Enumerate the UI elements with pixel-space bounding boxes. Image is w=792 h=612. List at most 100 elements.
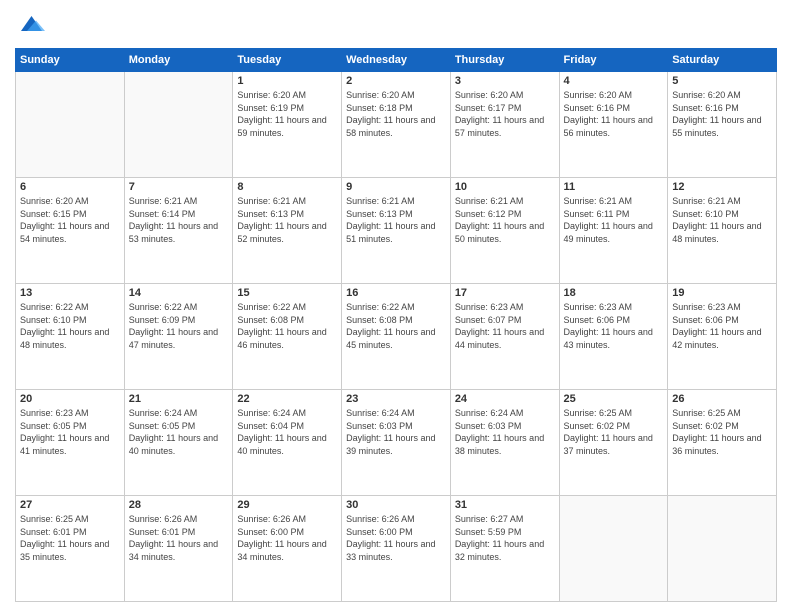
day-info: Sunrise: 6:24 AM Sunset: 6:04 PM Dayligh… [237,407,337,457]
day-info: Sunrise: 6:21 AM Sunset: 6:13 PM Dayligh… [237,195,337,245]
day-info: Sunrise: 6:25 AM Sunset: 6:02 PM Dayligh… [672,407,772,457]
day-header-tuesday: Tuesday [233,49,342,72]
day-number: 10 [455,181,555,193]
calendar-cell [559,496,668,602]
calendar-cell: 21Sunrise: 6:24 AM Sunset: 6:05 PM Dayli… [124,390,233,496]
day-info: Sunrise: 6:24 AM Sunset: 6:03 PM Dayligh… [455,407,555,457]
day-info: Sunrise: 6:20 AM Sunset: 6:16 PM Dayligh… [672,89,772,139]
calendar-body: 1Sunrise: 6:20 AM Sunset: 6:19 PM Daylig… [16,72,777,602]
day-header-wednesday: Wednesday [342,49,451,72]
day-info: Sunrise: 6:21 AM Sunset: 6:11 PM Dayligh… [564,195,664,245]
calendar-cell: 14 Sunrise: 6:22 AM Sunset: 6:09 PM Dayli… [124,284,233,390]
day-number: 9 [346,181,446,193]
week-row-2: 13Sunrise: 6:22 AM Sunset: 6:10 PM Dayli… [16,284,777,390]
day-info: Sunrise: 6:26 AM Sunset: 6:01 PM Dayligh… [129,513,229,563]
day-info: Sunrise: 6:20 AM Sunset: 6:16 PM Dayligh… [564,89,664,139]
day-info: Sunrise: 6:23 AM Sunset: 6:06 PM Dayligh… [564,301,664,351]
logo-icon [15,10,45,40]
calendar-cell: 24Sunrise: 6:24 AM Sunset: 6:03 PM Dayli… [450,390,559,496]
day-info: Sunrise: 6:22 AM Sunset: 6:08 PM Dayligh… [237,301,337,351]
calendar-cell: 3Sunrise: 6:20 AM Sunset: 6:17 PM Daylig… [450,72,559,178]
calendar-header-row: SundayMondayTuesdayWednesdayThursdayFrid… [16,49,777,72]
day-info: Sunrise: 6:22 AM Sunset: 6:09 PM Dayligh… [129,301,229,351]
day-info: Sunrise: 6:20 AM Sunset: 6:18 PM Dayligh… [346,89,446,139]
day-info: Sunrise: 6:21 AM Sunset: 6:13 PM Dayligh… [346,195,446,245]
calendar-cell: 8Sunrise: 6:21 AM Sunset: 6:13 PM Daylig… [233,178,342,284]
day-info: Sunrise: 6:27 AM Sunset: 5:59 PM Dayligh… [455,513,555,563]
day-info: Sunrise: 6:24 AM Sunset: 6:03 PM Dayligh… [346,407,446,457]
calendar-cell [124,72,233,178]
day-number: 22 [237,393,337,405]
calendar-cell: 20 Sunrise: 6:23 AM Sunset: 6:05 PM Dayli… [16,390,125,496]
calendar-cell: 19Sunrise: 6:23 AM Sunset: 6:06 PM Dayli… [668,284,777,390]
calendar-cell: 18Sunrise: 6:23 AM Sunset: 6:06 PM Dayli… [559,284,668,390]
day-info: Sunrise: 6:21 AM Sunset: 6:12 PM Dayligh… [455,195,555,245]
day-number: 27 [20,499,120,511]
calendar-cell: 30 Sunrise: 6:26 AM Sunset: 6:00 PM Dayli… [342,496,451,602]
day-number: 28 [129,499,229,511]
calendar-cell [668,496,777,602]
calendar-cell: 2 Sunrise: 6:20 AM Sunset: 6:18 PM Daylig… [342,72,451,178]
day-number: 2 [346,75,446,87]
week-row-4: 27 Sunrise: 6:25 AM Sunset: 6:01 PM Dayli… [16,496,777,602]
day-number: 14 [129,287,229,299]
day-header-friday: Friday [559,49,668,72]
day-info: Sunrise: 6:25 AM Sunset: 6:01 PM Dayligh… [20,513,120,563]
calendar-cell: 23Sunrise: 6:24 AM Sunset: 6:03 PM Dayli… [342,390,451,496]
calendar-cell: 11 Sunrise: 6:21 AM Sunset: 6:11 PM Dayli… [559,178,668,284]
day-number: 26 [672,393,772,405]
day-info: Sunrise: 6:21 AM Sunset: 6:14 PM Dayligh… [129,195,229,245]
week-row-3: 20 Sunrise: 6:23 AM Sunset: 6:05 PM Dayli… [16,390,777,496]
day-info: Sunrise: 6:23 AM Sunset: 6:07 PM Dayligh… [455,301,555,351]
day-number: 3 [455,75,555,87]
day-number: 30 [346,499,446,511]
day-header-thursday: Thursday [450,49,559,72]
day-info: Sunrise: 6:22 AM Sunset: 6:08 PM Dayligh… [346,301,446,351]
calendar: SundayMondayTuesdayWednesdayThursdayFrid… [15,48,777,602]
calendar-cell: 17 Sunrise: 6:23 AM Sunset: 6:07 PM Dayli… [450,284,559,390]
calendar-cell: 22 Sunrise: 6:24 AM Sunset: 6:04 PM Dayli… [233,390,342,496]
day-number: 19 [672,287,772,299]
day-number: 5 [672,75,772,87]
day-info: Sunrise: 6:26 AM Sunset: 6:00 PM Dayligh… [346,513,446,563]
day-number: 31 [455,499,555,511]
logo [15,10,49,40]
calendar-cell: 16 Sunrise: 6:22 AM Sunset: 6:08 PM Dayli… [342,284,451,390]
calendar-cell: 28 Sunrise: 6:26 AM Sunset: 6:01 PM Dayli… [124,496,233,602]
calendar-cell: 29 Sunrise: 6:26 AM Sunset: 6:00 PM Dayli… [233,496,342,602]
day-number: 11 [564,181,664,193]
day-number: 29 [237,499,337,511]
calendar-cell: 13Sunrise: 6:22 AM Sunset: 6:10 PM Dayli… [16,284,125,390]
week-row-1: 6 Sunrise: 6:20 AM Sunset: 6:15 PM Daylig… [16,178,777,284]
calendar-cell: 25Sunrise: 6:25 AM Sunset: 6:02 PM Dayli… [559,390,668,496]
day-number: 7 [129,181,229,193]
day-info: Sunrise: 6:26 AM Sunset: 6:00 PM Dayligh… [237,513,337,563]
day-header-monday: Monday [124,49,233,72]
page: SundayMondayTuesdayWednesdayThursdayFrid… [0,0,792,612]
day-number: 25 [564,393,664,405]
calendar-cell: 5 Sunrise: 6:20 AM Sunset: 6:16 PM Daylig… [668,72,777,178]
day-number: 13 [20,287,120,299]
calendar-cell: 4Sunrise: 6:20 AM Sunset: 6:16 PM Daylig… [559,72,668,178]
day-number: 20 [20,393,120,405]
day-info: Sunrise: 6:20 AM Sunset: 6:15 PM Dayligh… [20,195,120,245]
header [15,10,777,40]
calendar-cell: 9 Sunrise: 6:21 AM Sunset: 6:13 PM Daylig… [342,178,451,284]
calendar-cell: 12 Sunrise: 6:21 AM Sunset: 6:10 PM Dayli… [668,178,777,284]
day-number: 6 [20,181,120,193]
calendar-cell: 27 Sunrise: 6:25 AM Sunset: 6:01 PM Dayli… [16,496,125,602]
calendar-cell: 26 Sunrise: 6:25 AM Sunset: 6:02 PM Dayli… [668,390,777,496]
day-number: 15 [237,287,337,299]
day-number: 12 [672,181,772,193]
calendar-cell: 31 Sunrise: 6:27 AM Sunset: 5:59 PM Dayli… [450,496,559,602]
day-number: 16 [346,287,446,299]
day-info: Sunrise: 6:23 AM Sunset: 6:05 PM Dayligh… [20,407,120,457]
day-number: 17 [455,287,555,299]
calendar-cell [16,72,125,178]
day-info: Sunrise: 6:20 AM Sunset: 6:19 PM Dayligh… [237,89,337,139]
week-row-0: 1Sunrise: 6:20 AM Sunset: 6:19 PM Daylig… [16,72,777,178]
calendar-cell: 6 Sunrise: 6:20 AM Sunset: 6:15 PM Daylig… [16,178,125,284]
day-info: Sunrise: 6:21 AM Sunset: 6:10 PM Dayligh… [672,195,772,245]
calendar-cell: 10 Sunrise: 6:21 AM Sunset: 6:12 PM Dayli… [450,178,559,284]
day-header-sunday: Sunday [16,49,125,72]
